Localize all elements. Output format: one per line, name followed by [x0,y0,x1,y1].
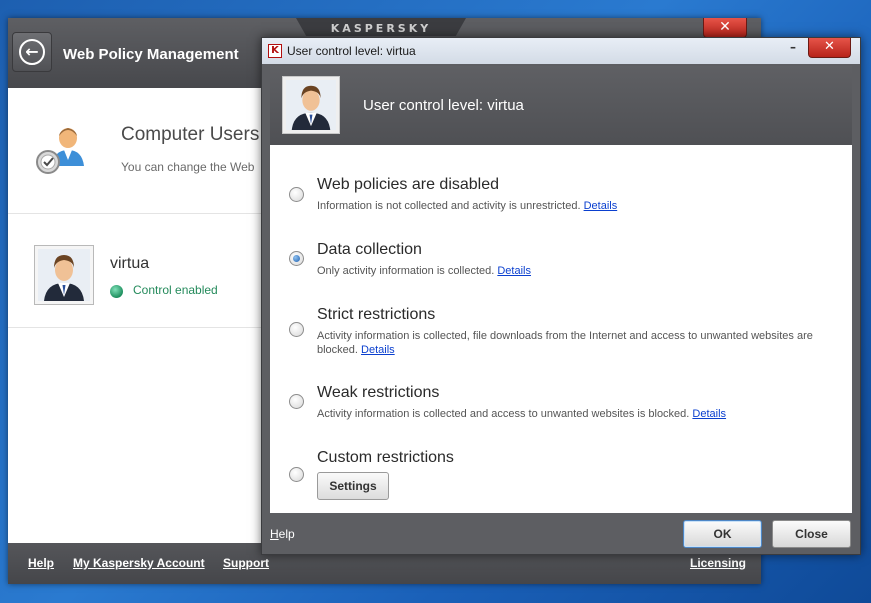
radio-strict-restrictions[interactable] [289,322,304,337]
dialog-avatar [282,76,340,134]
option-description: Only activity information is collected. … [317,265,531,277]
details-link[interactable]: Details [584,200,618,212]
avatar [34,245,94,305]
computer-users-icon [36,128,84,174]
details-link[interactable]: Details [497,265,531,277]
section-description: You can change the Web [121,160,255,174]
user-avatar-icon [286,80,336,130]
my-kaspersky-account-link[interactable]: My Kaspersky Account [73,556,205,570]
option-title: Data collection [317,241,422,258]
user-avatar-icon [38,249,90,301]
licensing-link[interactable]: Licensing [690,556,746,570]
dialog-header: User control level: virtua [270,66,852,145]
radio-data-collection[interactable] [289,251,304,266]
page-title: Web Policy Management [63,46,239,63]
status-text: Control enabled [133,283,218,297]
details-link[interactable]: Details [361,344,395,356]
option-description: Information is not collected and activit… [317,200,618,212]
close-button[interactable]: Close [772,520,851,548]
kaspersky-app-icon: K [268,44,282,58]
radio-weak-restrictions[interactable] [289,394,304,409]
details-link[interactable]: Details [692,408,726,420]
minimize-button[interactable]: – [782,40,804,58]
option-title: Web policies are disabled [317,176,500,193]
option-description: Activity information is collected and ac… [317,408,727,420]
back-arrow-icon: ← [19,39,45,65]
user-name: virtua [110,255,150,272]
option-title: Weak restrictions [317,384,440,401]
option-description: Activity information is collected, file … [317,330,813,356]
dialog-window-title: User control level: virtua [287,44,416,58]
section-title: Computer Users [121,124,260,145]
ok-button[interactable]: OK [683,520,762,548]
back-button[interactable]: ← [12,32,52,72]
radio-custom-restrictions[interactable] [289,467,304,482]
support-link[interactable]: Support [223,556,269,570]
status-indicator-icon [110,285,123,298]
user-control-dialog: K User control level: virtua – ✕ User co… [261,37,861,555]
dialog-help-link[interactable]: Help [270,527,295,541]
radio-web-policies-disabled[interactable] [289,187,304,202]
dialog-close-x-button[interactable]: ✕ [808,38,851,58]
dialog-header-title: User control level: virtua [363,97,524,114]
control-level-options: Web policies are disabled Information is… [270,145,852,513]
help-link[interactable]: Help [28,556,54,570]
dialog-titlebar[interactable]: K User control level: virtua – ✕ [262,38,860,64]
dialog-footer: Help OK Close [262,513,860,555]
settings-button[interactable]: Settings [317,472,389,500]
option-title: Strict restrictions [317,306,436,323]
main-close-button[interactable]: ✕ [703,18,747,38]
option-title: Custom restrictions [317,449,454,466]
kaspersky-logo: KASPERSKY [296,18,466,36]
